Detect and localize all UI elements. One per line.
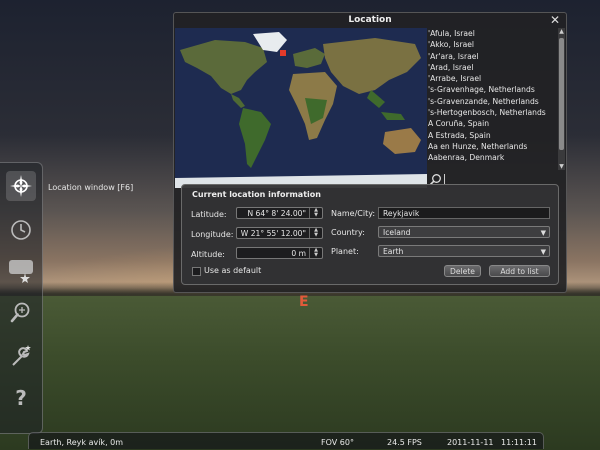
longitude-label: Longitude:	[191, 230, 234, 239]
list-item[interactable]: A Coruña, Spain	[428, 118, 558, 129]
help-button[interactable]: ?	[6, 383, 36, 413]
date-status: 2011-11-11	[447, 438, 494, 447]
list-item[interactable]: 'Afula, Israel	[428, 28, 558, 39]
add-to-list-button[interactable]: Add to list	[489, 265, 550, 277]
sky-viewing-options-button[interactable]	[6, 255, 36, 285]
delete-button[interactable]: Delete	[444, 265, 481, 277]
name-city-label: Name/City:	[331, 209, 376, 218]
use-as-default-label: Use as default	[204, 266, 262, 275]
country-value: Iceland	[383, 228, 411, 237]
city-list[interactable]: 'Afula, Israel 'Akko, Israel 'Ar'ara, Is…	[428, 28, 558, 170]
list-item[interactable]: Aabenraa, Denmark	[428, 152, 558, 163]
scroll-up-icon[interactable]: ▲	[558, 28, 565, 35]
list-item[interactable]: 'Arad, Israel	[428, 62, 558, 73]
location-window: Location ✕ 'Afula, Israel 'Akko, Israel …	[173, 12, 567, 293]
list-item[interactable]: 'Ar'ara, Israel	[428, 51, 558, 62]
list-item[interactable]: 's-Hertogenbosch, Netherlands	[428, 107, 558, 118]
clock-icon	[11, 220, 31, 240]
left-toolbar: ?	[0, 162, 43, 434]
spin-arrows-icon[interactable]: ▲ ▼	[309, 228, 322, 238]
current-location-panel: Current location information Latitude: N…	[181, 184, 559, 285]
location-compass-icon	[10, 175, 32, 197]
search-window-button[interactable]	[6, 297, 36, 327]
chevron-down-icon: ▼	[540, 229, 546, 237]
list-item[interactable]: 'Akko, Israel	[428, 39, 558, 50]
close-icon[interactable]: ✕	[550, 13, 560, 27]
fov-status: FOV 60°	[321, 438, 354, 447]
list-item[interactable]: Aa en Hunze, Netherlands	[428, 141, 558, 152]
fps-status: 24.5 FPS	[387, 438, 422, 447]
spin-arrows-icon[interactable]: ▲ ▼	[309, 248, 322, 258]
altitude-label: Altitude:	[191, 250, 225, 259]
panel-title: Current location information	[192, 190, 321, 199]
use-as-default-checkbox[interactable]	[192, 267, 201, 276]
scrollbar-thumb[interactable]	[559, 38, 564, 150]
svg-text:?: ?	[15, 386, 27, 410]
ground-landscape	[0, 296, 600, 450]
latitude-label: Latitude:	[191, 210, 227, 219]
latitude-value: N 64° 8' 24.00"	[247, 209, 306, 218]
latitude-spinbox[interactable]: N 64° 8' 24.00" ▲ ▼	[236, 207, 323, 219]
toolbar-tooltip: Location window [F6]	[48, 183, 134, 192]
longitude-spinbox[interactable]: W 21° 55' 12.00" ▲ ▼	[236, 227, 323, 239]
chevron-down-icon: ▼	[540, 248, 546, 256]
sky-viewing-icon	[9, 260, 33, 283]
current-location-status: Earth, Reyk avík, 0m	[40, 438, 124, 447]
search-magnifier-icon	[10, 302, 30, 323]
city-list-scrollbar[interactable]: ▲ ▼	[558, 28, 565, 170]
list-item[interactable]: 'Arrabe, Israel	[428, 73, 558, 84]
date-time-button[interactable]	[6, 215, 36, 245]
longitude-value: W 21° 55' 12.00"	[240, 229, 306, 238]
list-item[interactable]: 's-Gravenhage, Netherlands	[428, 84, 558, 95]
list-item[interactable]: 's-Gravenzande, Netherlands	[428, 96, 558, 107]
help-question-icon: ?	[15, 386, 27, 410]
location-window-button[interactable]	[6, 171, 36, 201]
planet-select[interactable]: Earth ▼	[378, 245, 550, 257]
window-title: Location	[348, 15, 392, 25]
wrench-settings-icon	[12, 345, 31, 366]
altitude-spinbox[interactable]: 0 m ▲ ▼	[236, 247, 323, 259]
bottom-status-bar: Earth, Reyk avík, 0m FOV 60° 24.5 FPS 20…	[28, 432, 544, 449]
list-item[interactable]: A Estrada, Spain	[428, 130, 558, 141]
planet-label: Planet:	[331, 247, 359, 256]
cardinal-east-label: E	[299, 294, 309, 310]
altitude-value: 0 m	[291, 249, 306, 258]
spin-arrows-icon[interactable]: ▲ ▼	[309, 208, 322, 218]
scroll-down-icon[interactable]: ▼	[558, 163, 565, 170]
search-input[interactable]	[444, 174, 559, 184]
configuration-button[interactable]	[6, 341, 36, 371]
country-label: Country:	[331, 228, 365, 237]
planet-value: Earth	[383, 247, 404, 256]
world-map[interactable]	[175, 28, 427, 188]
time-status: 11:11:11	[501, 438, 537, 447]
country-select[interactable]: Iceland ▼	[378, 226, 550, 238]
world-map-image	[175, 28, 427, 188]
name-city-field[interactable]: Reykjavik	[378, 207, 550, 219]
